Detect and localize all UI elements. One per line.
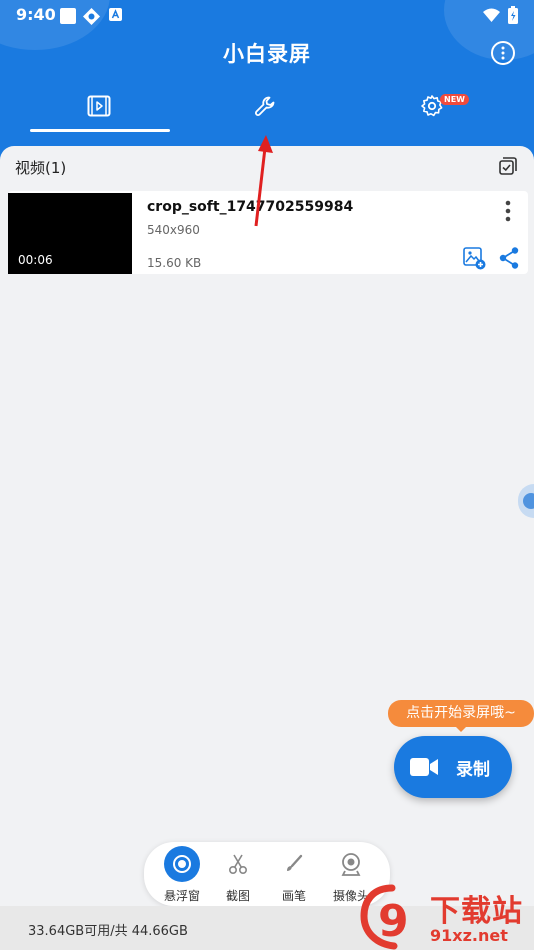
scissors-icon — [228, 854, 248, 875]
watermark: 9 下载站 91xz.net — [360, 884, 532, 950]
svg-text:9: 9 — [378, 896, 409, 947]
tooltip-tail — [455, 726, 467, 732]
annotation-arrow — [254, 135, 273, 227]
tab-videos[interactable] — [30, 90, 170, 126]
record-label: 录制 — [456, 760, 490, 780]
tool-screenshot[interactable]: 截图 — [215, 846, 261, 903]
video-camera-icon — [410, 758, 438, 776]
tool-label: 悬浮窗 — [163, 889, 200, 903]
video-file-icon — [87, 95, 111, 117]
wifi-icon — [483, 8, 500, 22]
more-icon[interactable] — [502, 199, 514, 223]
new-badge: NEW — [440, 94, 469, 105]
tab-settings[interactable] — [364, 90, 504, 126]
image-convert-icon[interactable] — [462, 246, 486, 270]
section-title: 视频(1) — [15, 159, 67, 177]
share-icon[interactable] — [498, 246, 520, 270]
tab-indicator — [30, 129, 170, 132]
record-button[interactable]: 录制 — [394, 736, 512, 798]
multi-select-icon[interactable] — [498, 156, 518, 176]
tool-brush[interactable]: 画笔 — [271, 846, 317, 903]
brush-icon — [287, 854, 303, 871]
info-icon[interactable] — [490, 40, 516, 66]
wrench-icon — [255, 96, 275, 116]
a-notification-icon — [109, 8, 122, 21]
floating-window-icon — [173, 855, 191, 873]
storage-info: 33.64GB可用/共 44.66GB — [28, 924, 188, 939]
battery-icon — [508, 6, 518, 24]
video-size: 15.60 KB — [147, 256, 202, 270]
video-resolution: 540x960 — [147, 223, 200, 237]
status-time: 9:40 — [16, 5, 56, 24]
watermark-title: 下载站 — [430, 894, 523, 929]
webcam-icon — [341, 853, 361, 876]
bottom-toolbar: 悬浮窗 截图 画笔 摄像头 — [144, 842, 390, 906]
tool-label: 截图 — [225, 889, 250, 903]
record-tooltip: 点击开始录屏哦~ — [388, 700, 534, 727]
app-title: 小白录屏 — [223, 42, 311, 66]
tool-floating-window[interactable]: 悬浮窗 — [159, 846, 205, 903]
app-notification-icon — [83, 8, 100, 25]
video-thumbnail[interactable]: 00:06 — [8, 193, 132, 274]
tool-label: 画笔 — [281, 889, 306, 903]
floating-handle-icon — [523, 493, 534, 509]
watermark-logo: 9 — [360, 884, 409, 950]
status-bar: 9:40 — [0, 4, 534, 26]
tab-tools[interactable] — [197, 90, 337, 126]
notification-square-icon — [60, 8, 76, 24]
watermark-url: 91xz.net — [430, 926, 508, 945]
video-duration: 00:06 — [18, 253, 53, 267]
